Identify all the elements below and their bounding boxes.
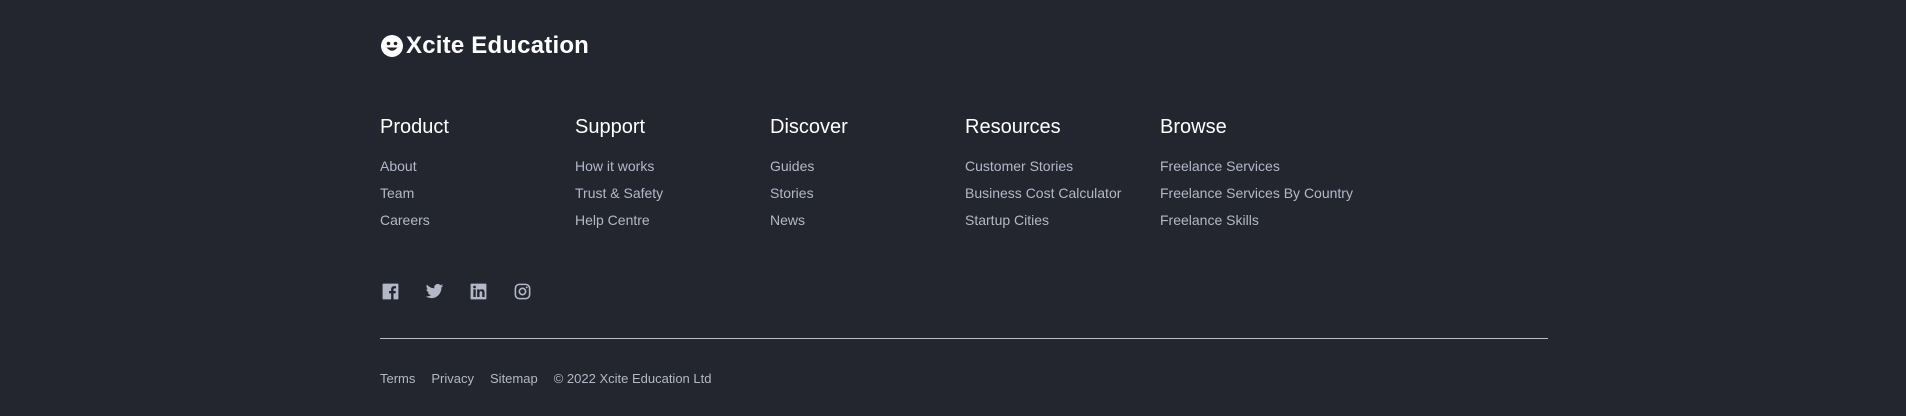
smiley-face-icon bbox=[380, 34, 404, 58]
privacy-link[interactable]: Privacy bbox=[431, 370, 474, 388]
footer-link-about[interactable]: About bbox=[380, 158, 417, 174]
footer-link-team[interactable]: Team bbox=[380, 185, 414, 201]
footer-column-browse: Browse Freelance Services Freelance Serv… bbox=[1160, 115, 1355, 238]
column-heading: Resources bbox=[965, 116, 1061, 138]
footer-link-stories[interactable]: Stories bbox=[770, 185, 814, 201]
footer-link-careers[interactable]: Careers bbox=[380, 212, 430, 228]
sitemap-link[interactable]: Sitemap bbox=[490, 370, 538, 388]
footer-link-freelance-services[interactable]: Freelance Services bbox=[1160, 158, 1280, 174]
footer-link-help-centre[interactable]: Help Centre bbox=[575, 212, 650, 228]
footer-column-support: Support How it works Trust & Safety Help… bbox=[575, 115, 770, 238]
footer-link-business-cost-calculator[interactable]: Business Cost Calculator bbox=[965, 185, 1121, 201]
column-heading: Discover bbox=[770, 116, 848, 138]
footer-link-freelance-services-by-country[interactable]: Freelance Services By Country bbox=[1160, 185, 1353, 201]
facebook-icon[interactable] bbox=[381, 282, 400, 301]
terms-link[interactable]: Terms bbox=[380, 370, 415, 388]
social-links bbox=[381, 282, 532, 301]
footer-column-product: Product About Team Careers bbox=[380, 115, 575, 238]
site-footer: Xcite Education Product About Team Caree… bbox=[0, 0, 1906, 416]
instagram-icon[interactable] bbox=[513, 282, 532, 301]
footer-column-discover: Discover Guides Stories News bbox=[770, 115, 965, 238]
footer-link-startup-cities[interactable]: Startup Cities bbox=[965, 212, 1049, 228]
footer-link-freelance-skills[interactable]: Freelance Skills bbox=[1160, 212, 1259, 228]
footer-column-resources: Resources Customer Stories Business Cost… bbox=[965, 115, 1160, 238]
column-heading: Product bbox=[380, 116, 449, 138]
footer-link-news[interactable]: News bbox=[770, 212, 805, 228]
copyright-text: © 2022 Xcite Education Ltd bbox=[553, 371, 712, 386]
footer-link-columns: Product About Team Careers Support How i… bbox=[380, 115, 1355, 238]
brand-logo[interactable]: Xcite Education bbox=[380, 28, 589, 64]
footer-link-customer-stories[interactable]: Customer Stories bbox=[965, 158, 1073, 174]
footer-bottom-bar: Terms Privacy Sitemap © 2022 Xcite Educa… bbox=[380, 370, 711, 388]
footer-divider bbox=[380, 338, 1548, 339]
twitter-icon[interactable] bbox=[425, 282, 444, 301]
brand-name: Xcite Education bbox=[406, 32, 590, 59]
linkedin-icon[interactable] bbox=[469, 282, 488, 301]
footer-link-guides[interactable]: Guides bbox=[770, 158, 814, 174]
column-heading: Support bbox=[575, 116, 646, 138]
footer-link-how-it-works[interactable]: How it works bbox=[575, 158, 654, 174]
footer-link-trust-safety[interactable]: Trust & Safety bbox=[575, 185, 663, 201]
column-heading: Browse bbox=[1160, 116, 1227, 138]
